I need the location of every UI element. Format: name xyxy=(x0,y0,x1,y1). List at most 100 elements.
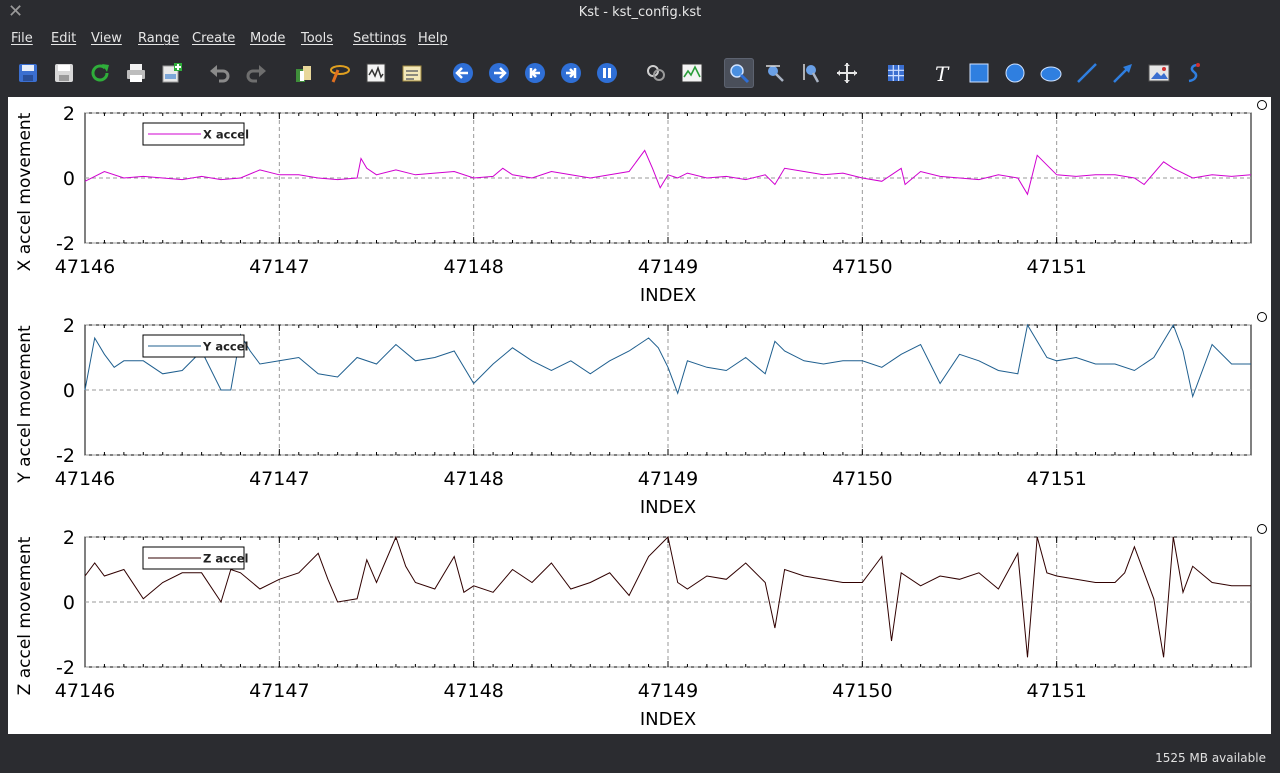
x-tick-label: 47150 xyxy=(832,256,892,278)
text-tool-button[interactable]: T xyxy=(928,58,958,88)
first-frame-icon xyxy=(525,63,545,83)
svg-tool-icon xyxy=(1188,63,1200,83)
grid-layout-button[interactable] xyxy=(881,58,911,88)
print-icon xyxy=(127,64,145,82)
menu-mode[interactable]: Mode xyxy=(250,27,285,51)
x-tick-label: 47147 xyxy=(249,256,309,278)
status-bar: 1525 MB available xyxy=(0,742,1280,773)
menu-help[interactable]: Help xyxy=(418,27,448,51)
menu-create[interactable]: Create xyxy=(192,27,235,51)
y-tick-label: 0 xyxy=(63,592,75,614)
menu-edit[interactable]: Edit xyxy=(51,27,76,51)
x-tick-label: 47147 xyxy=(249,680,309,702)
redo-icon xyxy=(246,65,266,83)
y-tick-label: 0 xyxy=(63,380,75,402)
picture-tool-button[interactable] xyxy=(1144,58,1174,88)
back-button[interactable] xyxy=(448,58,478,88)
x-tick-label: 47150 xyxy=(832,680,892,702)
menu-range[interactable]: Range xyxy=(138,27,179,51)
undo-button[interactable] xyxy=(205,58,235,88)
line-tool-button[interactable] xyxy=(1072,58,1102,88)
close-icon[interactable]: ✕ xyxy=(8,2,23,22)
data-wizard-icon xyxy=(330,65,350,83)
line-tool-icon xyxy=(1077,63,1097,83)
data-manager-icon xyxy=(296,66,311,82)
edit-vectors-button[interactable] xyxy=(397,58,427,88)
picture-tool-icon xyxy=(1148,64,1170,82)
change-data-file-button[interactable] xyxy=(361,58,391,88)
redo-button[interactable] xyxy=(241,58,271,88)
grid-layout-icon xyxy=(888,65,904,81)
pause-icon xyxy=(597,63,617,83)
menu-view[interactable]: View xyxy=(91,27,122,51)
zoom-mode-icon xyxy=(730,64,750,84)
circle-tool-button[interactable] xyxy=(1000,58,1030,88)
y-axis-label: Y accel movement xyxy=(15,325,35,484)
change-data-file-icon xyxy=(366,63,386,83)
reload-icon xyxy=(91,64,109,82)
layout-mode-button[interactable] xyxy=(641,58,671,88)
y-tick-label: -2 xyxy=(56,657,75,679)
export-image-button[interactable] xyxy=(157,58,187,88)
data-wizard-button[interactable] xyxy=(325,58,355,88)
x-axis-label: INDEX xyxy=(640,285,696,306)
box-tool-button[interactable] xyxy=(964,58,994,88)
save-button[interactable] xyxy=(13,58,43,88)
plot-canvas[interactable]: 2 0 -2 47146 47147 47148 47149 47150 47151 INDEX X… xyxy=(8,97,1271,734)
print-button[interactable] xyxy=(121,58,151,88)
edit-vectors-icon xyxy=(402,65,422,82)
box-tool-icon xyxy=(969,63,989,83)
y-tick-label: -2 xyxy=(56,233,75,255)
zoom-x-button[interactable] xyxy=(760,58,790,88)
svg-tool-button[interactable] xyxy=(1180,58,1210,88)
arrow-tool-button[interactable] xyxy=(1108,58,1138,88)
plots-svg: 20-247146 47147 47148 47149 47150 47151INDEXX… xyxy=(15,100,1267,730)
x-tick-label: 47149 xyxy=(638,680,698,702)
toolbar: T xyxy=(0,55,1280,91)
x-tick-label: 47151 xyxy=(1026,680,1086,702)
zoom-y-button[interactable] xyxy=(796,58,826,88)
y-tick-label: -2 xyxy=(56,445,75,467)
first-frame-button[interactable] xyxy=(520,58,550,88)
menu-file[interactable]: File xyxy=(11,27,33,51)
ellipse-tool-button[interactable] xyxy=(1036,58,1066,88)
zoom-mode-button[interactable] xyxy=(724,58,754,88)
xy-mode-button[interactable] xyxy=(677,58,707,88)
svg-text:T: T xyxy=(935,62,950,85)
plot-handle-icon xyxy=(1257,312,1267,322)
plot-handle-icon xyxy=(1257,524,1267,534)
x-tick-label: 47149 xyxy=(638,468,698,490)
x-axis-label: INDEX xyxy=(640,709,696,730)
x-tick-label: 47146 xyxy=(55,680,115,702)
legend-label: Z accel xyxy=(203,552,248,566)
y-tick-label: 2 xyxy=(63,315,75,337)
menu-settings[interactable]: Settings xyxy=(353,27,406,51)
legend-label: Y accel xyxy=(202,340,248,354)
x-tick-label: 47151 xyxy=(1026,468,1086,490)
forward-icon xyxy=(489,63,509,83)
menu-tools[interactable]: Tools xyxy=(301,27,333,51)
y-tick-label: 2 xyxy=(63,103,75,125)
x-tick-label: 47150 xyxy=(832,468,892,490)
pause-button[interactable] xyxy=(592,58,622,88)
save-as-button[interactable] xyxy=(49,58,79,88)
back-icon xyxy=(453,63,473,83)
reload-button[interactable] xyxy=(85,58,115,88)
legend-label: X accel xyxy=(203,128,249,142)
move-button[interactable] xyxy=(832,58,862,88)
data-manager-button[interactable] xyxy=(289,58,319,88)
window-title: Kst - kst_config.kst xyxy=(578,5,702,20)
save-as-icon xyxy=(55,64,73,82)
ellipse-tool-icon xyxy=(1040,66,1062,82)
y-tick-label: 0 xyxy=(63,168,75,190)
last-frame-button[interactable] xyxy=(556,58,586,88)
layout-mode-icon xyxy=(647,65,665,81)
xy-mode-icon xyxy=(681,63,703,83)
x-tick-label: 47148 xyxy=(443,256,503,278)
title-bar: ✕ Kst - kst_config.kst xyxy=(0,0,1280,26)
x-tick-label: 47146 xyxy=(55,256,115,278)
zoom-x-icon xyxy=(766,65,784,82)
forward-button[interactable] xyxy=(484,58,514,88)
export-image-icon xyxy=(162,63,182,83)
arrow-tool-icon xyxy=(1113,64,1132,83)
